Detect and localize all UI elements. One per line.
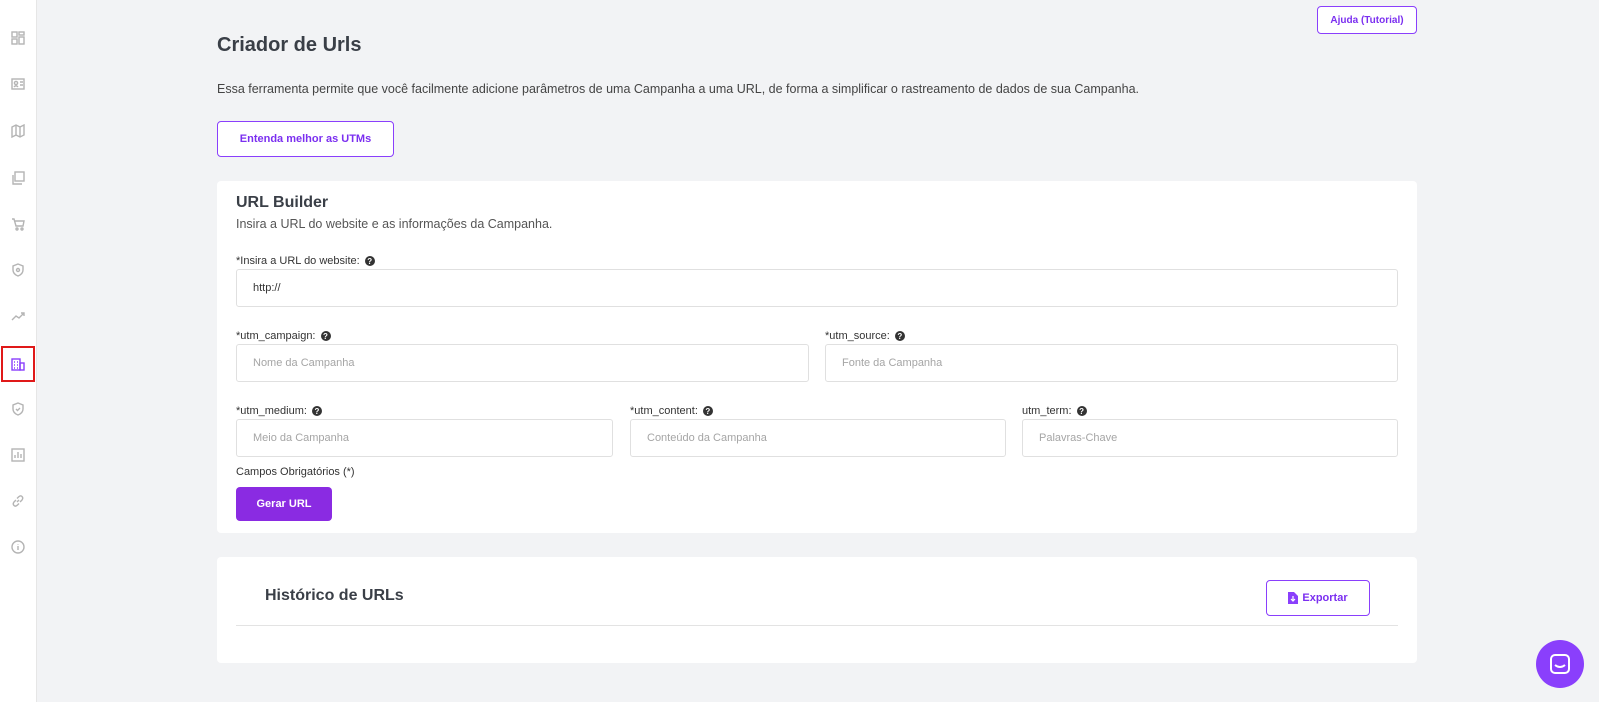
- help-icon[interactable]: ?: [702, 406, 713, 416]
- utm-content-input[interactable]: [630, 419, 1006, 457]
- help-icon[interactable]: ?: [894, 331, 905, 341]
- help-tutorial-button[interactable]: Ajuda (Tutorial): [1317, 6, 1417, 34]
- help-icon[interactable]: ?: [1076, 406, 1087, 416]
- utm-medium-input[interactable]: [236, 419, 613, 457]
- history-title: Histórico de URLs: [265, 587, 404, 604]
- help-icon[interactable]: ?: [320, 331, 331, 341]
- chat-icon: [1550, 654, 1570, 674]
- dashboard-icon[interactable]: [7, 27, 29, 49]
- generate-url-button[interactable]: Gerar URL: [236, 487, 332, 521]
- term-label: utm_term: ?: [1022, 405, 1087, 417]
- shield-icon[interactable]: [7, 259, 29, 281]
- map-icon[interactable]: [7, 120, 29, 142]
- utm-campaign-input[interactable]: [236, 344, 809, 382]
- divider: [236, 625, 1398, 626]
- report-icon[interactable]: [7, 444, 29, 466]
- chat-widget-button[interactable]: [1536, 640, 1584, 688]
- help-icon[interactable]: ?: [364, 256, 375, 266]
- contact-card-icon[interactable]: [7, 73, 29, 95]
- info-icon[interactable]: [7, 536, 29, 558]
- file-download-icon: [1288, 592, 1299, 604]
- security-icon[interactable]: [7, 398, 29, 420]
- sidebar: [0, 0, 37, 702]
- building-icon[interactable]: [1, 346, 35, 382]
- content-label: *utm_content: ?: [630, 405, 713, 417]
- cart-icon[interactable]: [7, 213, 29, 235]
- url-history-card: Histórico de URLs Exportar: [217, 557, 1417, 663]
- utm-source-input[interactable]: [825, 344, 1398, 382]
- trend-icon[interactable]: [7, 305, 29, 327]
- link-icon[interactable]: [7, 490, 29, 512]
- intro-text: Essa ferramenta permite que você facilme…: [217, 82, 1140, 96]
- export-button[interactable]: Exportar: [1266, 580, 1370, 616]
- campaign-label: *utm_campaign: ?: [236, 330, 331, 342]
- utm-term-input[interactable]: [1022, 419, 1398, 457]
- builder-title: URL Builder: [236, 194, 329, 211]
- medium-label: *utm_medium: ?: [236, 405, 322, 417]
- page-title: Criador de Urls: [217, 34, 362, 56]
- help-icon[interactable]: ?: [311, 406, 322, 416]
- required-fields-note: Campos Obrigatórios (*): [236, 466, 355, 478]
- builder-subtitle: Insira a URL do website e as informações…: [236, 217, 553, 231]
- pages-icon[interactable]: [7, 167, 29, 189]
- website-url-input[interactable]: [236, 269, 1398, 307]
- learn-utms-button[interactable]: Entenda melhor as UTMs: [217, 121, 394, 157]
- url-builder-card: URL Builder Insira a URL do website e as…: [217, 181, 1417, 533]
- website-label: *Insira a URL do website: ?: [236, 255, 375, 267]
- source-label: *utm_source: ?: [825, 330, 905, 342]
